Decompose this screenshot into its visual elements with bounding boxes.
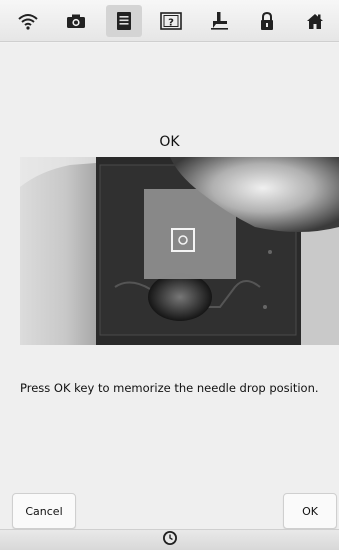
cancel-button[interactable]: Cancel	[12, 493, 76, 529]
camera-icon[interactable]	[58, 5, 94, 37]
wifi-icon[interactable]	[10, 5, 46, 37]
camera-view[interactable]	[20, 157, 339, 345]
help-icon[interactable]: ?	[153, 5, 189, 37]
page-title: OK	[159, 134, 180, 150]
clock-icon[interactable]	[162, 530, 178, 550]
svg-text:?: ?	[169, 17, 175, 28]
home-icon[interactable]	[297, 5, 333, 37]
presser-foot-icon[interactable]	[201, 5, 237, 37]
ok-button[interactable]: OK	[283, 493, 337, 529]
document-icon[interactable]	[105, 4, 142, 37]
lock-icon[interactable]	[249, 5, 285, 37]
bottom-status-bar	[0, 529, 339, 550]
instruction-text: Press OK key to memorize the needle drop…	[20, 381, 319, 395]
top-toolbar: ?	[0, 0, 339, 42]
